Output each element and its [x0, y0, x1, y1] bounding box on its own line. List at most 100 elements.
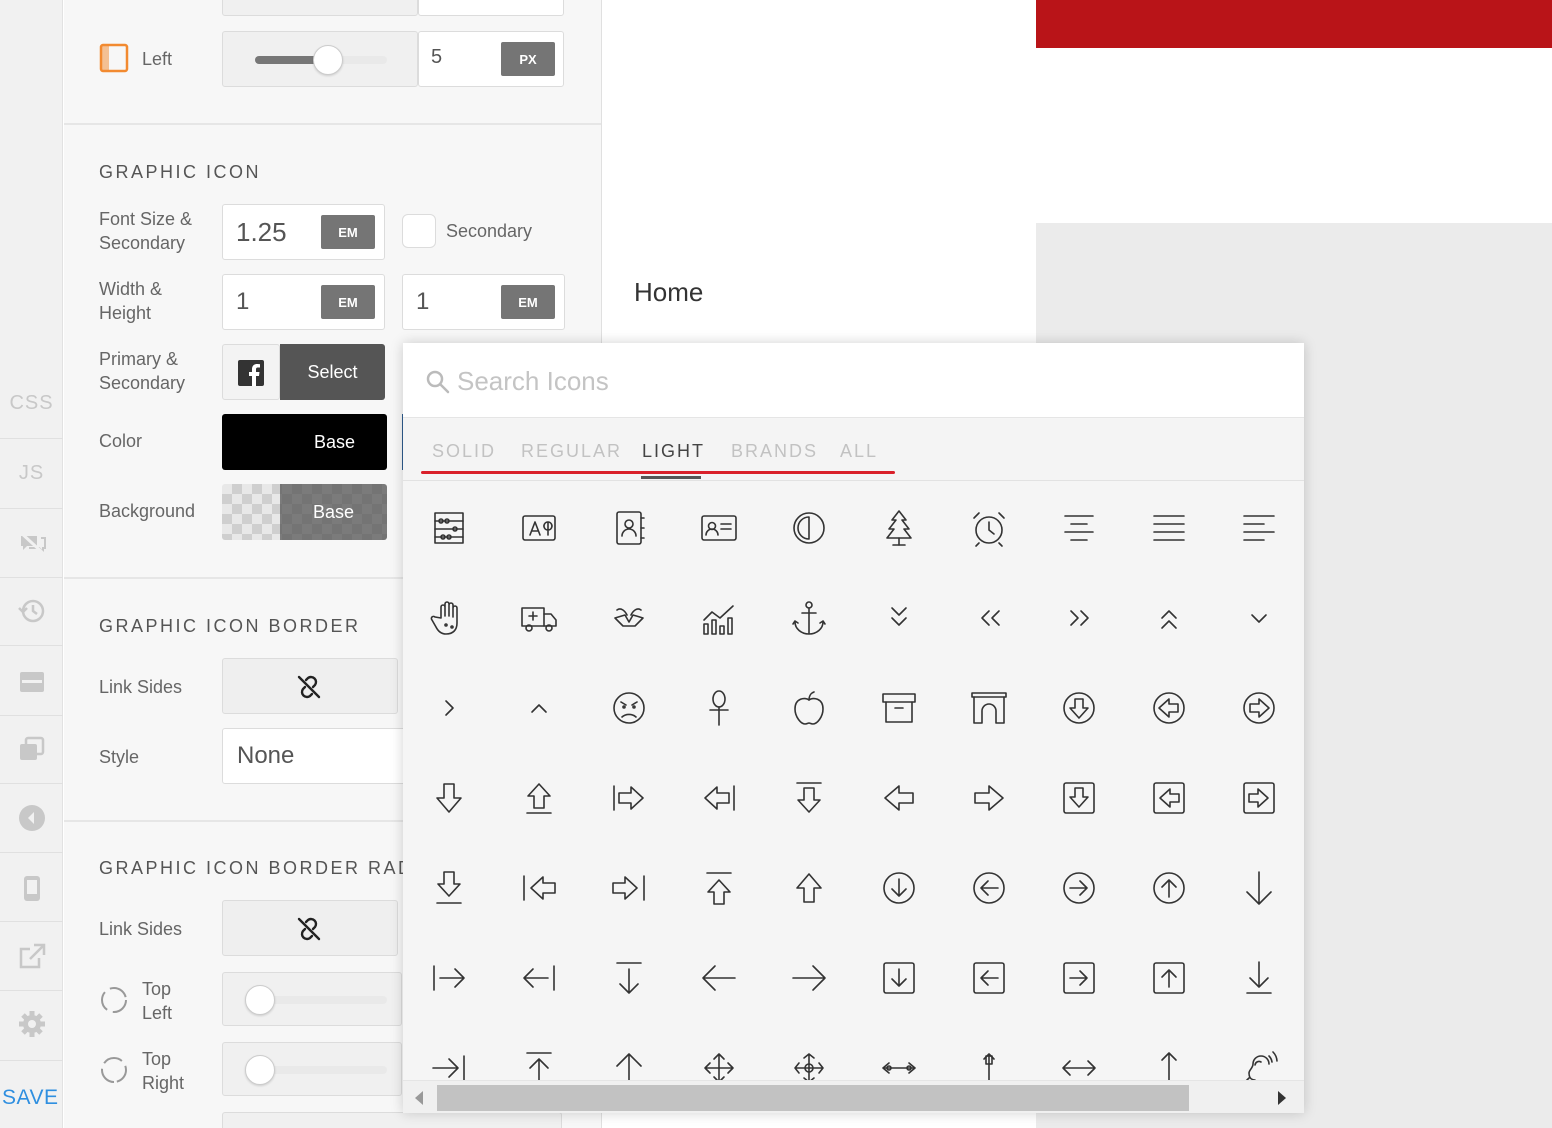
icon-option-arrow-alt-to-right[interactable]	[584, 843, 674, 933]
comments-button[interactable]	[0, 513, 63, 573]
font-size-input[interactable]: 1.25 EM	[222, 204, 385, 260]
history-button[interactable]	[0, 581, 63, 641]
icon-option-apple-alt[interactable]	[764, 663, 854, 753]
icon-option-arrow-alt-up[interactable]	[764, 843, 854, 933]
icon-option-angle-right[interactable]	[404, 663, 494, 753]
top-left-slider[interactable]	[222, 972, 402, 1026]
icon-option-ad[interactable]	[494, 483, 584, 573]
icon-option-angry[interactable]	[584, 663, 674, 753]
icon-option-align-center[interactable]	[1034, 483, 1124, 573]
icon-option-angle-down[interactable]	[1214, 573, 1304, 663]
icon-option-arrow-from-top[interactable]	[584, 933, 674, 1023]
icon-option-arrow-alt-right[interactable]	[944, 753, 1034, 843]
tab-light[interactable]: LIGHT	[642, 441, 705, 462]
icon-search-input[interactable]	[457, 361, 1257, 401]
border-top-input-box[interactable]	[418, 0, 564, 16]
current-icon-preview[interactable]	[222, 344, 280, 400]
icon-option-abacus[interactable]	[404, 483, 494, 573]
link-sides-toggle[interactable]	[222, 658, 398, 714]
templates-button[interactable]	[0, 719, 63, 779]
home-link[interactable]: Home	[634, 277, 703, 308]
icon-option-archway[interactable]	[944, 663, 1034, 753]
icon-option-address-book[interactable]	[584, 483, 674, 573]
border-left-input[interactable]: 5 PX	[418, 31, 564, 87]
slider-thumb[interactable]	[313, 45, 343, 75]
background-picker[interactable]: Base	[222, 484, 387, 540]
width-input[interactable]: 1 EM	[222, 274, 385, 330]
border-left-slider[interactable]	[222, 31, 418, 87]
link-sides-toggle[interactable]	[222, 900, 398, 956]
icon-option-arrow-alt-from-bottom[interactable]	[494, 753, 584, 843]
slider-thumb[interactable]	[245, 1055, 275, 1085]
icon-option-angle-double-left[interactable]	[944, 573, 1034, 663]
icon-option-arrow-alt-circle-left[interactable]	[1124, 663, 1214, 753]
icon-option-adjust[interactable]	[764, 483, 854, 573]
icon-option-arrow-alt-from-right[interactable]	[674, 753, 764, 843]
icon-option-angle-up[interactable]	[494, 663, 584, 753]
icon-option-arrow-alt-to-bottom[interactable]	[404, 843, 494, 933]
unit-px-badge[interactable]: PX	[501, 42, 555, 76]
scroll-right-arrow-icon[interactable]	[1278, 1091, 1286, 1105]
horizontal-scrollbar[interactable]	[403, 1080, 1304, 1113]
icon-option-anchor[interactable]	[764, 573, 854, 663]
icon-option-arrow-alt-square-left[interactable]	[1124, 753, 1214, 843]
layout-button[interactable]	[0, 652, 63, 712]
icon-option-arrow-alt-to-top[interactable]	[674, 843, 764, 933]
icon-option-arrow-square-right[interactable]	[1034, 933, 1124, 1023]
icon-option-arrow-left[interactable]	[674, 933, 764, 1023]
icon-option-arrow-alt-square-right[interactable]	[1214, 753, 1304, 843]
icon-option-arrow-square-up[interactable]	[1124, 933, 1214, 1023]
border-top-slider-box[interactable]	[222, 0, 418, 16]
icon-option-arrow-square-down[interactable]	[854, 933, 944, 1023]
icon-option-arrow-square-left[interactable]	[944, 933, 1034, 1023]
unit-em-badge[interactable]: EM	[321, 285, 375, 319]
secondary-checkbox[interactable]	[402, 214, 436, 248]
js-button[interactable]: JS	[0, 443, 63, 503]
icon-option-arrow-right[interactable]	[764, 933, 854, 1023]
icon-option-arrow-alt-square-down[interactable]	[1034, 753, 1124, 843]
icon-option-ankh-brand[interactable]	[584, 573, 674, 663]
icon-option-arrow-down[interactable]	[1214, 843, 1304, 933]
icon-option-arrow-circle-right[interactable]	[1034, 843, 1124, 933]
icon-option-arrow-alt-to-left[interactable]	[494, 843, 584, 933]
icon-option-arrow-alt-circle-right[interactable]	[1214, 663, 1304, 753]
icon-option-ankh[interactable]	[674, 663, 764, 753]
scroll-left-arrow-icon[interactable]	[415, 1091, 423, 1105]
style-select[interactable]: None	[222, 728, 422, 784]
icon-option-arrow-alt-left[interactable]	[854, 753, 944, 843]
icon-option-align-justify[interactable]	[1124, 483, 1214, 573]
height-input[interactable]: 1 EM	[402, 274, 565, 330]
color-picker[interactable]: Base	[222, 414, 387, 470]
collapse-button[interactable]	[0, 788, 63, 848]
icon-option-alarm-clock[interactable]	[944, 483, 1034, 573]
next-slider[interactable]	[222, 1112, 562, 1128]
icon-option-arrow-circle-down[interactable]	[854, 843, 944, 933]
scrollbar-thumb[interactable]	[437, 1085, 1189, 1111]
icon-option-angle-double-up[interactable]	[1124, 573, 1214, 663]
icon-option-arrow-alt-down[interactable]	[404, 753, 494, 843]
icon-option-analytics[interactable]	[674, 573, 764, 663]
icon-option-align-left[interactable]	[1214, 483, 1304, 573]
icon-option-address-card[interactable]	[674, 483, 764, 573]
unit-em-badge[interactable]: EM	[501, 285, 555, 319]
icon-option-arrow-to-bottom[interactable]	[1214, 933, 1304, 1023]
tab-solid[interactable]: SOLID	[432, 441, 496, 462]
icon-option-arrow-circle-up[interactable]	[1124, 843, 1214, 933]
settings-button[interactable]	[0, 994, 63, 1054]
icon-option-arrow-alt-circle-down[interactable]	[1034, 663, 1124, 753]
icon-option-angle-double-down[interactable]	[854, 573, 944, 663]
icon-option-arrow-alt-from-left[interactable]	[584, 753, 674, 843]
tab-brands[interactable]: BRANDS	[731, 441, 818, 462]
external-link-button[interactable]	[0, 927, 63, 987]
select-icon-button[interactable]: Select	[280, 344, 385, 400]
top-right-slider[interactable]	[222, 1042, 402, 1096]
responsive-button[interactable]	[0, 858, 63, 918]
icon-option-arrow-alt-from-top[interactable]	[764, 753, 854, 843]
css-button[interactable]: CSS	[0, 373, 63, 433]
save-button[interactable]: SAVE	[0, 1078, 63, 1118]
icon-option-tree[interactable]	[854, 483, 944, 573]
icon-option-archive[interactable]	[854, 663, 944, 753]
icon-option-arrow-from-right[interactable]	[494, 933, 584, 1023]
tab-regular[interactable]: REGULAR	[521, 441, 622, 462]
icon-option-ambulance[interactable]	[494, 573, 584, 663]
